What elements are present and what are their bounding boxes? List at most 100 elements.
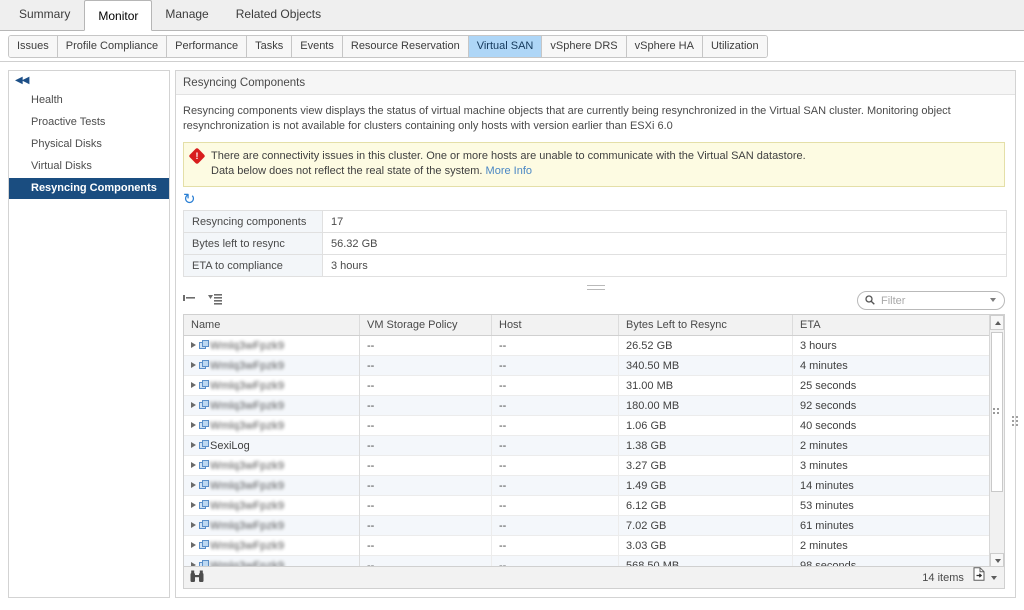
table-row[interactable]: Wmlq3wFpzk9 -- -- 1.49 GB 14 minutes (184, 476, 1004, 496)
row-expand-icon[interactable] (191, 382, 196, 388)
row-expand-icon[interactable] (191, 442, 196, 448)
subtab-events[interactable]: Events (292, 36, 343, 57)
subtab-resource-reservation[interactable]: Resource Reservation (342, 36, 469, 57)
tab-monitor[interactable]: Monitor (84, 0, 153, 31)
table-row[interactable]: Wmlq3wFpzk9 -- -- 26.52 GB 3 hours (184, 336, 1004, 356)
row-expand-icon[interactable] (191, 402, 196, 408)
cell-host: -- (492, 436, 619, 456)
subtab-issues[interactable]: Issues (9, 36, 58, 57)
subtab-vsphere-ha[interactable]: vSphere HA (626, 36, 703, 57)
collapse-sidebar-icon[interactable]: ◀◀ (15, 75, 29, 86)
filter-box[interactable] (857, 291, 1005, 310)
cell-policy: -- (360, 396, 492, 416)
virtual-machine-icon (199, 380, 210, 391)
tab-related-objects[interactable]: Related Objects (223, 0, 335, 30)
subtab-vsphere-drs[interactable]: vSphere DRS (542, 36, 627, 57)
summary-value-1: 56.32 GB (322, 232, 1007, 255)
subtab-performance-label: Performance (175, 40, 239, 52)
table-row[interactable]: Wmlq3wFpzk9 -- -- 7.02 GB 61 minutes (184, 516, 1004, 536)
table-row[interactable]: Wmlq3wFpzk9 -- -- 3.03 GB 2 minutes (184, 536, 1004, 556)
subtab-performance[interactable]: Performance (167, 36, 248, 57)
table-row[interactable]: SexiLog -- -- 1.38 GB 2 minutes (184, 436, 1004, 456)
sidebar-item-proactive-tests[interactable]: Proactive Tests (9, 112, 169, 133)
vm-name-label: SexiLog (210, 440, 250, 452)
sidebar-item-virtual-disks-label: Virtual Disks (31, 160, 92, 172)
cell-eta: 40 seconds (800, 420, 857, 432)
cell-host: -- (492, 356, 619, 376)
expand-all-icon[interactable] (183, 293, 196, 308)
cell-eta: 3 minutes (800, 460, 848, 472)
cell-bytes: 7.02 GB (619, 516, 793, 536)
column-header-name[interactable]: Name (184, 315, 360, 335)
tab-related-objects-label: Related Objects (235, 7, 322, 21)
cell-host: -- (492, 396, 619, 416)
tab-manage[interactable]: Manage (152, 0, 222, 30)
row-expand-icon[interactable] (191, 422, 196, 428)
row-expand-icon[interactable] (191, 462, 196, 468)
table-row[interactable]: Wmlq3wFpzk9 -- -- 31.00 MB 25 seconds (184, 376, 1004, 396)
row-expand-icon[interactable] (191, 502, 196, 508)
vm-name-label: Wmlq3wFpzk9 (210, 340, 285, 352)
sidebar-item-resyncing-components[interactable]: Resyncing Components (9, 178, 169, 199)
chevron-down-icon[interactable] (990, 298, 996, 302)
cell-eta: 2 minutes (800, 440, 848, 452)
subtab-virtual-san[interactable]: Virtual SAN (468, 36, 543, 57)
tab-monitor-label: Monitor (98, 9, 139, 23)
sidebar: ◀◀ Health Proactive Tests Physical Disks… (8, 70, 170, 598)
cell-policy: -- (360, 336, 492, 356)
cell-policy: -- (360, 436, 492, 456)
vsphere-web-client: Summary Monitor Manage Related Objects I… (0, 0, 1024, 610)
binoculars-icon[interactable] (190, 570, 204, 586)
subtab-utilization[interactable]: Utilization (702, 36, 767, 57)
table-row[interactable]: Wmlq3wFpzk9 -- -- 180.00 MB 92 seconds (184, 396, 1004, 416)
virtual-machine-icon (199, 340, 210, 351)
row-expand-icon[interactable] (191, 542, 196, 548)
export-dropdown-caret-icon[interactable] (991, 576, 997, 581)
virtual-machine-icon (199, 480, 210, 491)
table-row[interactable]: Wmlq3wFpzk9 -- -- 340.50 MB 4 minutes (184, 356, 1004, 376)
scroll-up-button[interactable] (990, 315, 1004, 330)
table-row[interactable]: Wmlq3wFpzk9 -- -- 1.06 GB 40 seconds (184, 416, 1004, 436)
column-header-vm-storage-policy[interactable]: VM Storage Policy (360, 315, 492, 335)
cell-name: Wmlq3wFpzk9 (184, 376, 360, 396)
export-icon[interactable] (973, 567, 985, 589)
row-expand-icon[interactable] (191, 482, 196, 488)
collapse-all-icon[interactable] (208, 293, 223, 309)
error-diamond-icon (188, 147, 206, 165)
tab-summary[interactable]: Summary (6, 0, 84, 30)
subtab-profile-compliance[interactable]: Profile Compliance (57, 36, 168, 57)
table-row[interactable]: Wmlq3wFpzk9 -- -- 3.27 GB 3 minutes (184, 456, 1004, 476)
table-row[interactable]: Wmlq3wFpzk9 -- -- 568.50 MB 98 seconds (184, 556, 1004, 566)
sidebar-item-health[interactable]: Health (9, 90, 169, 111)
cell-host: -- (492, 336, 619, 356)
filter-input[interactable] (879, 293, 987, 308)
grid-body: Wmlq3wFpzk9 -- -- 26.52 GB 3 hours Wmlq3wFpzk… (184, 336, 1004, 566)
sidebar-item-virtual-disks[interactable]: Virtual Disks (9, 156, 169, 177)
scroll-down-button[interactable] (990, 553, 1004, 566)
grid-vertical-scrollbar[interactable] (989, 315, 1004, 566)
row-expand-icon[interactable] (191, 522, 196, 528)
refresh-icon[interactable]: ↻ (183, 192, 196, 207)
panel-splitter[interactable] (176, 277, 1015, 290)
table-row[interactable]: Wmlq3wFpzk9 -- -- 6.12 GB 53 minutes (184, 496, 1004, 516)
cell-name: Wmlq3wFpzk9 (184, 396, 360, 416)
cell-host: -- (492, 416, 619, 436)
virtual-machine-icon (199, 440, 210, 451)
row-expand-icon[interactable] (191, 362, 196, 368)
panel-resize-grip[interactable] (1012, 416, 1019, 429)
cell-name: Wmlq3wFpzk9 (184, 556, 360, 566)
cell-bytes: 180.00 MB (619, 396, 793, 416)
secondary-tab-group: Issues Profile Compliance Performance Ta… (8, 35, 768, 58)
column-header-eta[interactable]: ETA (793, 315, 991, 335)
cell-bytes: 1.49 GB (619, 476, 793, 496)
sidebar-collapse-bar: ◀◀ (9, 71, 169, 90)
more-info-link[interactable]: More Info (486, 165, 532, 177)
column-header-host[interactable]: Host (492, 315, 619, 335)
row-expand-icon[interactable] (191, 342, 196, 348)
sidebar-item-physical-disks[interactable]: Physical Disks (9, 134, 169, 155)
primary-tab-bar: Summary Monitor Manage Related Objects (0, 0, 1024, 31)
subtab-tasks[interactable]: Tasks (247, 36, 293, 57)
cell-bytes: 3.03 GB (619, 536, 793, 556)
subtab-utilization-label: Utilization (710, 40, 759, 52)
column-header-bytes-left[interactable]: Bytes Left to Resync (619, 315, 793, 335)
